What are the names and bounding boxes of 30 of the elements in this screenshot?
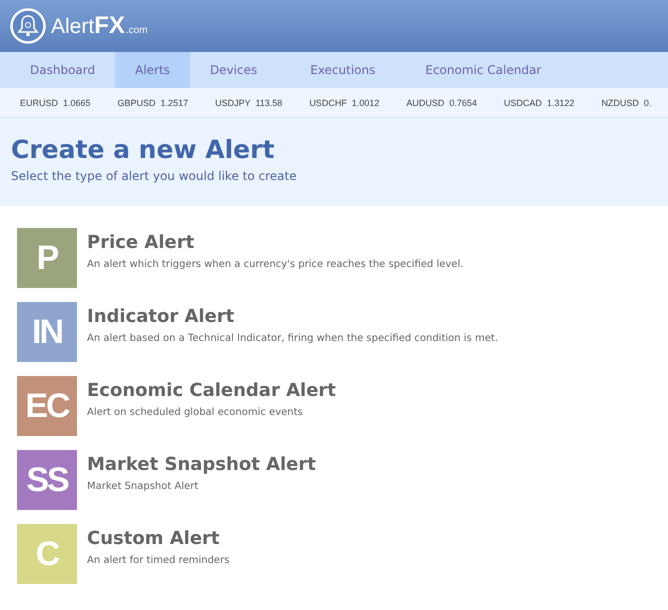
page-subtitle: Select the type of alert you would like to create: [11, 169, 298, 183]
alert-type-tile[interactable]: EC: [17, 376, 77, 436]
alert-type-description: An alert which triggers when a currency's price reaches the specified level.: [87, 259, 464, 270]
page-title: Create a new Alert: [11, 134, 276, 166]
alert-type-tile[interactable]: SS: [17, 450, 77, 510]
currency-quote: NZDUSD 0.: [601, 98, 652, 108]
alert-type-description: Market Snapshot Alert: [87, 481, 200, 492]
alert-type-description: An alert based on a Technical Indicator, firing when the specified condition is met.: [87, 333, 498, 344]
currency-quote: GBPUSD 1.2517: [118, 98, 188, 108]
currency-quote: EURUSD 1.0665: [20, 98, 91, 108]
logo-text: AlertFX.com: [51, 12, 148, 40]
nav-tab[interactable]: Alerts: [115, 52, 190, 88]
nav-tab[interactable]: Dashboard: [10, 52, 116, 88]
currency-quote: AUDUSD 0.7654: [406, 98, 477, 108]
alert-type-tile[interactable]: IN: [17, 302, 77, 362]
alert-type-title[interactable]: Economic Calendar Alert: [87, 380, 336, 401]
alert-type-description: Alert on scheduled global economic events: [87, 407, 304, 418]
alert-type-title[interactable]: Indicator Alert: [87, 306, 498, 327]
bell-logo-icon: [10, 8, 46, 44]
currency-quote: USDCAD 1.3122: [504, 98, 574, 108]
alert-type-title[interactable]: Market Snapshot Alert: [87, 454, 316, 475]
currency-quote: USDJPY 113.58: [215, 98, 282, 108]
nav-tab[interactable]: Economic Calendar: [405, 52, 562, 88]
alert-type-title[interactable]: Custom Alert: [87, 528, 230, 549]
nav-tab[interactable]: Devices: [190, 52, 278, 88]
alert-type-tile[interactable]: P: [17, 228, 77, 288]
alert-type-title[interactable]: Price Alert: [87, 232, 464, 253]
alert-type-description: An alert for timed reminders: [87, 555, 230, 566]
currency-quote: USDCHF 1.0012: [309, 98, 380, 108]
nav-tab[interactable]: Executions: [277, 52, 406, 88]
